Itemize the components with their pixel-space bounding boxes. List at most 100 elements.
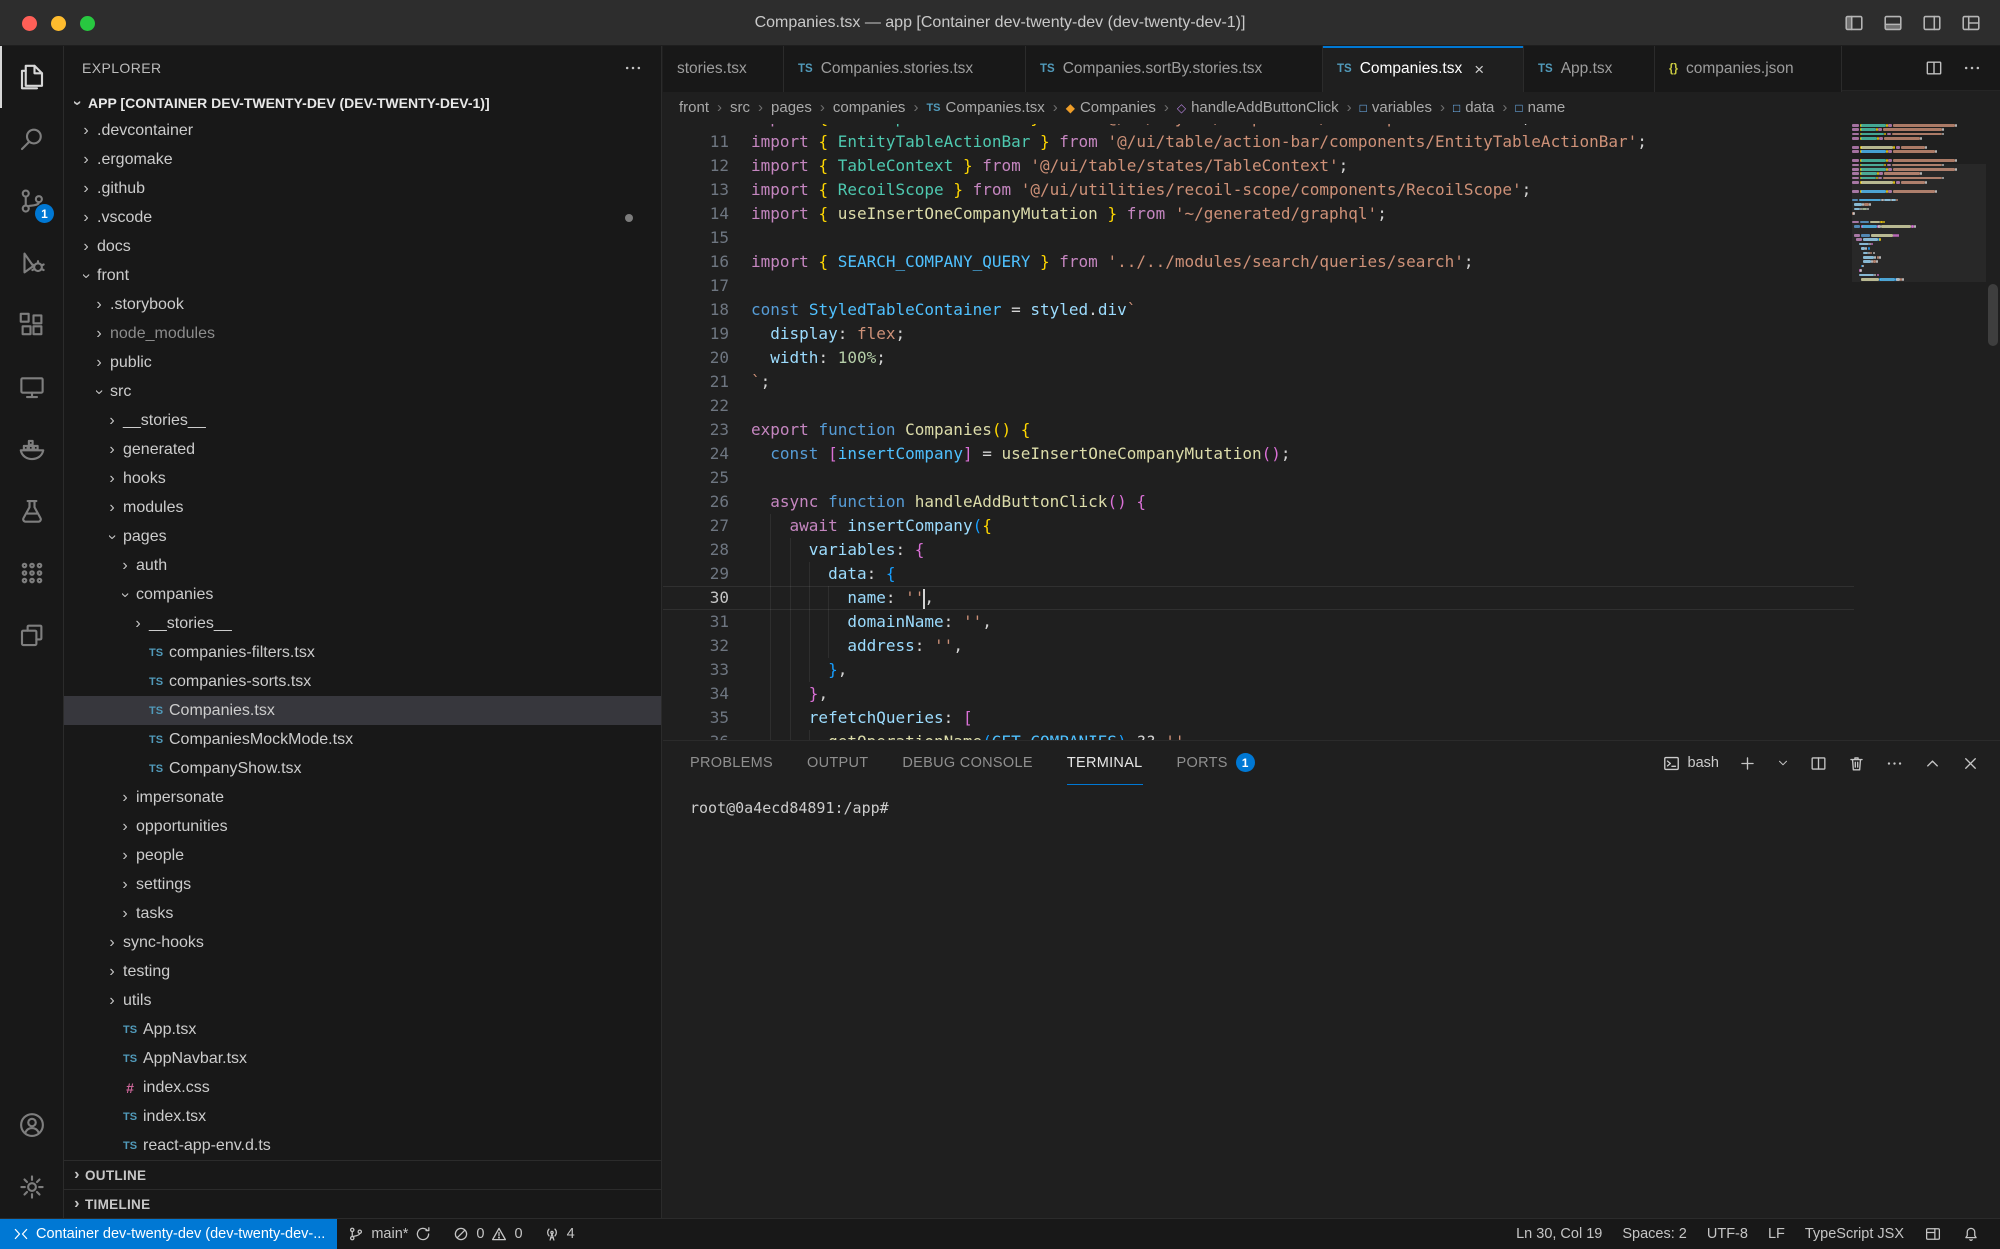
- panel-tab-terminal[interactable]: TERMINAL: [1067, 741, 1143, 785]
- editor-layout-item[interactable]: [1914, 1219, 1952, 1249]
- tree-item-hooks[interactable]: ›hooks: [64, 464, 661, 493]
- tree-item-index-tsx[interactable]: TSindex.tsx: [64, 1102, 661, 1131]
- breadcrumb-item-src[interactable]: src: [730, 99, 750, 116]
- activity-item-explorer[interactable]: [0, 46, 63, 108]
- git-branch[interactable]: main*: [337, 1219, 442, 1249]
- panel-tab-problems[interactable]: PROBLEMS: [690, 741, 773, 785]
- tree-item-companies-filters-tsx[interactable]: TScompanies-filters.tsx: [64, 638, 661, 667]
- panel-tab-ports[interactable]: PORTS1: [1177, 741, 1255, 785]
- breadcrumb-item-variables[interactable]: □variables: [1360, 99, 1432, 116]
- tree-item-devcontainer[interactable]: ›.devcontainer: [64, 116, 661, 145]
- tab-app-tsx[interactable]: TSApp.tsx: [1524, 46, 1655, 92]
- tree-item-storybook[interactable]: ›.storybook: [64, 290, 661, 319]
- remote-indicator[interactable]: Container dev-twenty-dev (dev-twenty-dev…: [0, 1219, 337, 1249]
- activity-item-docker[interactable]: [0, 418, 63, 480]
- tree-item-public[interactable]: ›public: [64, 348, 661, 377]
- tab-companies-json[interactable]: {}companies.json: [1655, 46, 1842, 92]
- encoding-setting[interactable]: UTF-8: [1697, 1219, 1758, 1249]
- tree-item-github[interactable]: ›.github: [64, 174, 661, 203]
- tab-stories-tsx[interactable]: stories.tsx: [663, 46, 784, 92]
- tree-item-sync-hooks[interactable]: ›sync-hooks: [64, 928, 661, 957]
- tree-item-impersonate[interactable]: ›impersonate: [64, 783, 661, 812]
- tree-item-ergomake[interactable]: ›.ergomake: [64, 145, 661, 174]
- activity-item-layers[interactable]: [0, 604, 63, 666]
- tree-item-appnavbar-tsx[interactable]: TSAppNavbar.tsx: [64, 1044, 661, 1073]
- breadcrumb-item-name[interactable]: □name: [1515, 99, 1565, 116]
- problems-indicator[interactable]: 0 0: [442, 1219, 532, 1249]
- panel-more-actions-icon[interactable]: [1885, 754, 1904, 773]
- activity-item-testing[interactable]: [0, 480, 63, 542]
- tree-item-react-app-env-d-ts[interactable]: TSreact-app-env.d.ts: [64, 1131, 661, 1160]
- activity-item-remote-explorer[interactable]: [0, 356, 63, 418]
- tree-item-companies[interactable]: ›companies: [64, 580, 661, 609]
- split-editor-icon[interactable]: [1924, 58, 1944, 78]
- minimap-slider[interactable]: [1852, 164, 1986, 283]
- customize-layout-icon[interactable]: [1960, 12, 1982, 34]
- tree-item-companiesmockmode-tsx[interactable]: TSCompaniesMockMode.tsx: [64, 725, 661, 754]
- editor-more-actions-icon[interactable]: [1962, 58, 1982, 78]
- tree-item-stories[interactable]: ›__stories__: [64, 406, 661, 435]
- tree-item-front[interactable]: ›front: [64, 261, 661, 290]
- title-bar[interactable]: Companies.tsx — app [Container dev-twent…: [0, 0, 2000, 46]
- activity-item-accounts[interactable]: [0, 1094, 63, 1156]
- breadcrumb-item-companies[interactable]: ◆Companies: [1066, 99, 1156, 116]
- terminal-dropdown-icon[interactable]: [1776, 756, 1790, 770]
- workspace-section-header[interactable]: › APP [CONTAINER DEV-TWENTY-DEV (DEV-TWE…: [64, 90, 661, 116]
- toggle-panel-icon[interactable]: [1882, 12, 1904, 34]
- tree-item-people[interactable]: ›people: [64, 841, 661, 870]
- tree-item-tasks[interactable]: ›tasks: [64, 899, 661, 928]
- tree-item-utils[interactable]: ›utils: [64, 986, 661, 1015]
- outline-section[interactable]: › OUTLINE: [64, 1160, 661, 1189]
- cursor-position[interactable]: Ln 30, Col 19: [1506, 1219, 1612, 1249]
- tab-companies-sortby-stories-tsx[interactable]: TSCompanies.sortBy.stories.tsx: [1026, 46, 1323, 92]
- kill-terminal-icon[interactable]: [1847, 754, 1866, 773]
- minimize-window-button[interactable]: [51, 16, 66, 31]
- language-mode[interactable]: TypeScript JSX: [1795, 1219, 1914, 1249]
- close-panel-icon[interactable]: [1961, 754, 1980, 773]
- tree-item-src[interactable]: ›src: [64, 377, 661, 406]
- split-terminal-icon[interactable]: [1809, 754, 1828, 773]
- breadcrumb-item-pages[interactable]: pages: [771, 99, 812, 116]
- tree-item-companyshow-tsx[interactable]: TSCompanyShow.tsx: [64, 754, 661, 783]
- code-editor[interactable]: 1011121314151617181920212223242526272829…: [663, 124, 2000, 740]
- maximize-panel-icon[interactable]: [1923, 754, 1942, 773]
- zoom-window-button[interactable]: [80, 16, 95, 31]
- tree-item-generated[interactable]: ›generated: [64, 435, 661, 464]
- eol-setting[interactable]: LF: [1758, 1219, 1795, 1249]
- terminal[interactable]: root@0a4ecd84891:/app#: [663, 785, 2000, 819]
- panel-tab-debug-console[interactable]: DEBUG CONSOLE: [902, 741, 1032, 785]
- tree-item-node-modules[interactable]: ›node_modules: [64, 319, 661, 348]
- tab-companies-tsx[interactable]: TSCompanies.tsx×: [1323, 46, 1524, 92]
- breadcrumb-item-companies[interactable]: companies: [833, 99, 906, 116]
- tree-item-testing[interactable]: ›testing: [64, 957, 661, 986]
- close-tab-icon[interactable]: ×: [1474, 61, 1484, 78]
- tab-companies-stories-tsx[interactable]: TSCompanies.stories.tsx: [784, 46, 1026, 92]
- breadcrumb-item-data[interactable]: □data: [1453, 99, 1494, 116]
- timeline-section[interactable]: › TIMELINE: [64, 1189, 661, 1218]
- tree-item-opportunities[interactable]: ›opportunities: [64, 812, 661, 841]
- activity-item-run-and-debug[interactable]: [0, 232, 63, 294]
- activity-item-grid[interactable]: [0, 542, 63, 604]
- breadcrumb-item-front[interactable]: front: [679, 99, 709, 116]
- tree-item-stories[interactable]: ›__stories__: [64, 609, 661, 638]
- ports-indicator[interactable]: 4: [533, 1219, 585, 1249]
- editor-scrollbar[interactable]: [1986, 124, 2000, 740]
- tree-item-docs[interactable]: ›docs: [64, 232, 661, 261]
- tree-item-app-tsx[interactable]: TSApp.tsx: [64, 1015, 661, 1044]
- new-terminal-icon[interactable]: [1738, 754, 1757, 773]
- breadcrumb-item-companies-tsx[interactable]: TSCompanies.tsx: [926, 99, 1044, 116]
- panel-tab-output[interactable]: OUTPUT: [807, 741, 868, 785]
- tree-item-settings[interactable]: ›settings: [64, 870, 661, 899]
- close-window-button[interactable]: [22, 16, 37, 31]
- activity-item-search[interactable]: [0, 108, 63, 170]
- indentation-setting[interactable]: Spaces: 2: [1612, 1219, 1697, 1249]
- tree-item-companies-sorts-tsx[interactable]: TScompanies-sorts.tsx: [64, 667, 661, 696]
- activity-item-manage[interactable]: [0, 1156, 63, 1218]
- notifications-item[interactable]: [1952, 1219, 1990, 1249]
- tree-item-pages[interactable]: ›pages: [64, 522, 661, 551]
- toggle-secondary-sidebar-icon[interactable]: [1921, 12, 1943, 34]
- tree-item-companies-tsx[interactable]: TSCompanies.tsx: [64, 696, 661, 725]
- activity-item-source-control[interactable]: 1: [0, 170, 63, 232]
- explorer-more-actions-icon[interactable]: [623, 58, 643, 78]
- tree-item-vscode[interactable]: ›.vscode: [64, 203, 661, 232]
